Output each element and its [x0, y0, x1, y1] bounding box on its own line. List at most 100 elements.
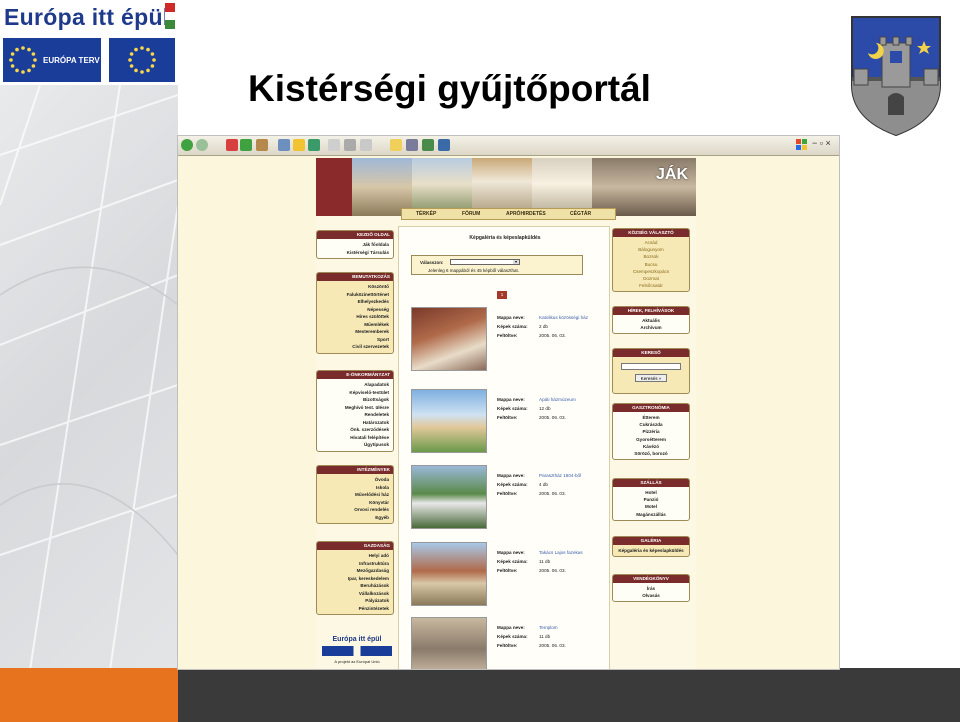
right-menu-item[interactable]: Dozmat — [613, 275, 689, 282]
right-menu-item[interactable]: Motel — [613, 503, 689, 510]
left-menu-items: Alapadatok Képviselő-testület Bizottságok M… — [317, 379, 393, 451]
gallery-meta: Mappa neve: Templom Képek száma: 11 db Feltö… — [497, 623, 566, 650]
left-menu-item[interactable]: Mesteremberek — [317, 328, 393, 336]
left-menu-item[interactable]: Meghívó test. ülésre — [317, 404, 393, 412]
left-menu-item[interactable]: Vállalkozások — [317, 590, 393, 598]
nav-cegtar[interactable]: CÉGTÁR — [570, 211, 591, 217]
left-menu-item[interactable]: Bizottságok — [317, 396, 393, 404]
search-button[interactable]: Keresés » — [635, 374, 667, 382]
left-menu-item[interactable]: Elhelyezkedés — [317, 298, 393, 306]
left-menu-item[interactable]: Képviselő-testület — [317, 389, 393, 397]
left-menu-item[interactable]: Önk. szerződések — [317, 426, 393, 434]
right-menu-item[interactable]: Pizzéria — [613, 428, 689, 435]
settings-icon[interactable] — [438, 139, 450, 151]
refresh-icon[interactable] — [240, 139, 252, 151]
folder-link[interactable]: Parasztház 1804-ből — [539, 473, 581, 478]
folder-link[interactable]: Takács Lajos fazekas — [539, 550, 583, 555]
meta-line: Képek száma: 2 db — [497, 322, 588, 331]
left-menu-item[interactable]: Népesség — [317, 306, 393, 314]
left-menu-item[interactable]: Orvosi rendelés — [317, 506, 393, 514]
right-menu-item[interactable]: Acsád — [613, 239, 689, 246]
history-icon[interactable] — [308, 139, 320, 151]
mail-icon[interactable] — [328, 139, 340, 151]
left-menu-item[interactable]: Ják főoldala — [317, 241, 393, 249]
gallery-thumbnail[interactable] — [411, 465, 487, 529]
right-menu-item[interactable]: Felsőcsatár — [613, 282, 689, 289]
gallery-thumbnail[interactable] — [411, 389, 487, 453]
window-controls[interactable]: − ▫ × — [812, 138, 831, 148]
stop-icon[interactable] — [226, 139, 238, 151]
right-menu-item[interactable]: Írás — [613, 585, 689, 592]
left-menu-item[interactable]: Rendeletek — [317, 411, 393, 419]
eu-logo-text: Európa itt épül — [332, 636, 382, 643]
folder-link[interactable]: Apáti házmúzeum — [539, 397, 576, 402]
left-menu-item[interactable]: Mezőgazdaság — [317, 567, 393, 575]
back-icon[interactable] — [181, 139, 193, 151]
folder-select[interactable]: ▾ — [450, 259, 520, 265]
europa-terv-badge: EURÓPA TERV — [3, 38, 101, 82]
left-menu-item[interactable]: Műemlékek — [317, 321, 393, 329]
left-menu-item[interactable]: Pályázatok — [317, 597, 393, 605]
gallery-thumbnail[interactable] — [411, 617, 487, 669]
gallery-thumbnail[interactable] — [411, 542, 487, 606]
left-menu-item[interactable]: Köszöntő — [317, 283, 393, 291]
right-menu-item[interactable]: Magánszállás — [613, 511, 689, 518]
right-menu-item[interactable]: Aktuális — [613, 317, 689, 324]
folder-link[interactable]: Templom — [539, 625, 558, 630]
decorative-left-strip — [0, 85, 178, 670]
right-menu-item[interactable]: Bozsok — [613, 253, 689, 260]
right-menu-item[interactable]: Bucsu — [613, 261, 689, 268]
nav-terkep[interactable]: TÉRKÉP — [416, 211, 436, 217]
nav-forum[interactable]: FÓRUM — [462, 211, 480, 217]
right-menu-item[interactable]: Csempeszkopács — [613, 268, 689, 275]
page-number[interactable]: 1 — [497, 291, 507, 299]
chevron-down-icon[interactable]: ▾ — [513, 260, 519, 264]
left-menu-item[interactable]: Óvoda — [317, 476, 393, 484]
gallery-thumbnail[interactable] — [411, 307, 487, 371]
right-menu-item[interactable]: Gyorsétterem — [613, 436, 689, 443]
forward-icon[interactable] — [196, 139, 208, 151]
research-icon[interactable] — [406, 139, 418, 151]
right-menu-item[interactable]: Söröző, borozó — [613, 450, 689, 457]
left-menu-item[interactable]: Kistérségi Társulás — [317, 249, 393, 257]
favorites-icon[interactable] — [293, 139, 305, 151]
left-menu-item[interactable]: Művelődési ház — [317, 491, 393, 499]
right-menu-item[interactable]: Hotel — [613, 489, 689, 496]
left-menu-item[interactable]: Helyi adó — [317, 552, 393, 560]
edit-icon[interactable] — [360, 139, 372, 151]
right-menu-item[interactable]: Archívum — [613, 324, 689, 331]
left-menu-item[interactable]: Ügytípusok — [317, 441, 393, 449]
right-menu-item[interactable]: Olvasás — [613, 592, 689, 599]
search-icon[interactable] — [278, 139, 290, 151]
left-menu-item[interactable]: Híres szülöttek — [317, 313, 393, 321]
left-menu-item[interactable]: Faluközinettörténet — [317, 291, 393, 299]
messenger-icon[interactable] — [422, 139, 434, 151]
left-menu-item[interactable]: Sport — [317, 336, 393, 344]
right-menu: GASZTRONÓMIA Étterem Cukrászda Pizzéria Gyor… — [612, 403, 690, 461]
left-menu-item[interactable]: Hivatali felépítése — [317, 434, 393, 442]
right-menu-item[interactable]: Étterem — [613, 414, 689, 421]
left-menu-item[interactable]: Infrastruktúra — [317, 560, 393, 568]
left-menu-item[interactable]: Könyvtár — [317, 499, 393, 507]
home-icon[interactable] — [256, 139, 268, 151]
folder-icon[interactable] — [390, 139, 402, 151]
left-menu-item[interactable]: Civil szervezetek — [317, 343, 393, 351]
right-menu-item[interactable]: Képgaléria és képeslapküldés — [613, 547, 689, 554]
left-menu-item[interactable]: Alapadatok — [317, 381, 393, 389]
europa-terv-label: EURÓPA TERV — [43, 56, 100, 65]
right-menu-item[interactable]: Cukrászda — [613, 421, 689, 428]
left-menu-item[interactable]: Ipar, kereskedelem — [317, 575, 393, 583]
left-menu-item[interactable]: Iskola — [317, 484, 393, 492]
left-menu-item[interactable]: Pénzintézetek — [317, 605, 393, 613]
folder-link[interactable]: Katolikus közösségi ház — [539, 315, 588, 320]
nav-aprohirdetes[interactable]: APRÓHIRDETÉS — [506, 211, 546, 217]
left-menu-item[interactable]: Beruházások — [317, 582, 393, 590]
right-menu-item[interactable]: Kávézó — [613, 443, 689, 450]
windows-logo-icon — [796, 139, 808, 154]
left-menu-item[interactable]: Határozatok — [317, 419, 393, 427]
right-menu-item[interactable]: Panzió — [613, 496, 689, 503]
print-icon[interactable] — [344, 139, 356, 151]
left-menu-item[interactable]: Egyéb — [317, 514, 393, 522]
search-input[interactable] — [621, 363, 681, 370]
right-menu-item[interactable]: Bálogunyom — [613, 246, 689, 253]
